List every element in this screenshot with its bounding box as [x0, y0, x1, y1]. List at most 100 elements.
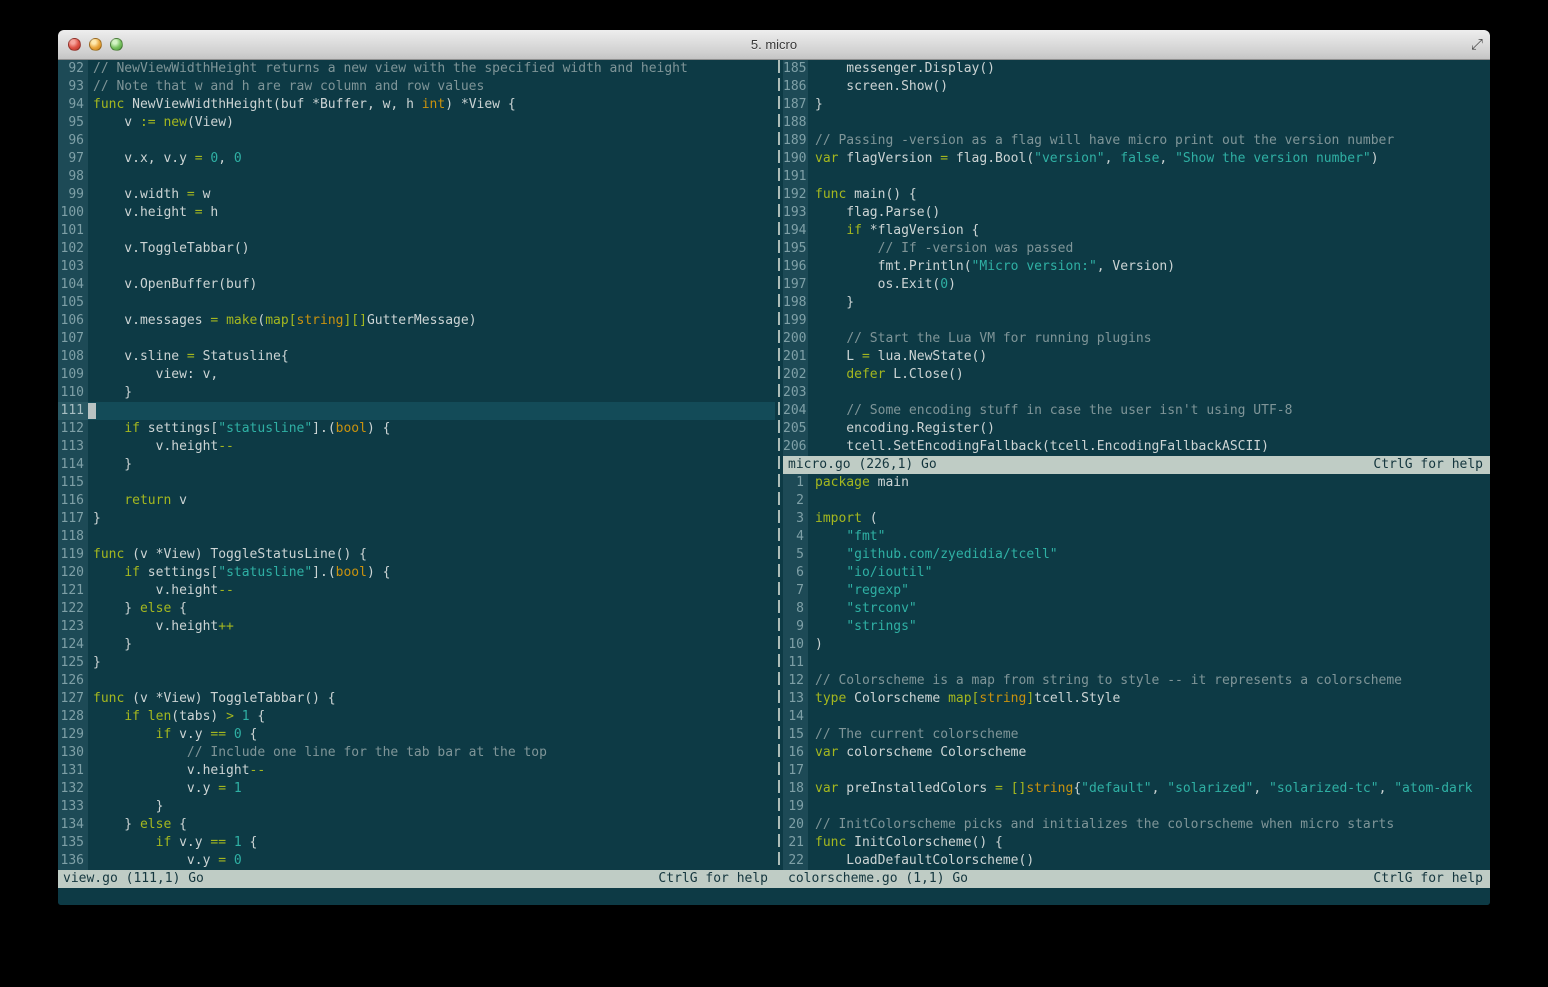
code-line[interactable]: 109 view: v,: [58, 366, 775, 384]
code-line[interactable]: 128 if len(tabs) > 1 {: [58, 708, 775, 726]
code-line[interactable]: 192 func main() {: [783, 186, 1490, 204]
code-line[interactable]: 186 screen.Show(): [783, 78, 1490, 96]
code-line[interactable]: 103: [58, 258, 775, 276]
code-text[interactable]: if *flagVersion {: [808, 222, 1490, 240]
code-text[interactable]: v.y = 0: [88, 852, 775, 870]
code-text[interactable]: func main() {: [808, 186, 1490, 204]
code-line[interactable]: 20// InitColorscheme picks and initializ…: [783, 816, 1490, 834]
code-text[interactable]: [808, 708, 1490, 726]
code-text[interactable]: v.height = h: [88, 204, 775, 222]
code-text[interactable]: } else {: [88, 600, 775, 618]
code-text[interactable]: defer L.Close(): [808, 366, 1490, 384]
code-line[interactable]: 115: [58, 474, 775, 492]
code-text[interactable]: L = lua.NewState(): [808, 348, 1490, 366]
code-text[interactable]: [88, 330, 775, 348]
code-line[interactable]: 206 tcell.SetEncodingFallback(tcell.Enco…: [783, 438, 1490, 456]
code-line[interactable]: 188: [783, 114, 1490, 132]
code-text[interactable]: "strconv": [808, 600, 1490, 618]
code-text[interactable]: return v: [88, 492, 775, 510]
code-line[interactable]: 95 v := new(View): [58, 114, 775, 132]
code-text[interactable]: }: [88, 384, 775, 402]
code-text[interactable]: v.messages = make(map[string][]GutterMes…: [88, 312, 775, 330]
code-text[interactable]: }: [88, 654, 775, 672]
code-line[interactable]: 114 }: [58, 456, 775, 474]
code-line[interactable]: 119 func (v *View) ToggleStatusLine() {: [58, 546, 775, 564]
code-text[interactable]: [88, 168, 775, 186]
code-text[interactable]: messenger.Display(): [808, 60, 1490, 78]
code-line[interactable]: 133 }: [58, 798, 775, 816]
code-line[interactable]: 108 v.sline = Statusline{: [58, 348, 775, 366]
code-text[interactable]: }: [88, 510, 775, 528]
code-text[interactable]: v.width = w: [88, 186, 775, 204]
code-text[interactable]: [88, 474, 775, 492]
code-text[interactable]: var flagVersion = flag.Bool("version", f…: [808, 150, 1490, 168]
code-text[interactable]: encoding.Register(): [808, 420, 1490, 438]
code-line[interactable]: 2: [783, 492, 1490, 510]
code-text[interactable]: // InitColorscheme picks and initializes…: [808, 816, 1490, 834]
code-text[interactable]: tcell.SetEncodingFallback(tcell.Encoding…: [808, 438, 1490, 456]
code-line[interactable]: 107: [58, 330, 775, 348]
code-text[interactable]: var preInstalledColors = []string{"defau…: [808, 780, 1490, 798]
code-line[interactable]: 18 var preInstalledColors = []string{"def…: [783, 780, 1490, 798]
code-text[interactable]: if len(tabs) > 1 {: [88, 708, 775, 726]
code-text[interactable]: // If -version was passed: [808, 240, 1490, 258]
code-line[interactable]: 14: [783, 708, 1490, 726]
code-line[interactable]: 93// Note that w and h are raw column an…: [58, 78, 775, 96]
code-text[interactable]: screen.Show(): [808, 78, 1490, 96]
code-text[interactable]: v.y = 1: [88, 780, 775, 798]
code-text[interactable]: v.height--: [88, 582, 775, 600]
code-text[interactable]: [88, 294, 775, 312]
code-text[interactable]: [808, 114, 1490, 132]
code-text[interactable]: v := new(View): [88, 114, 775, 132]
code-text[interactable]: // Some encoding stuff in case the user …: [808, 402, 1490, 420]
code-line[interactable]: 191: [783, 168, 1490, 186]
code-line[interactable]: 116 return v: [58, 492, 775, 510]
code-line[interactable]: 8 "strconv": [783, 600, 1490, 618]
code-text[interactable]: os.Exit(0): [808, 276, 1490, 294]
code-text[interactable]: [88, 222, 775, 240]
code-text[interactable]: // NewViewWidthHeight returns a new view…: [88, 60, 775, 78]
code-line[interactable]: 104 v.OpenBuffer(buf): [58, 276, 775, 294]
code-line[interactable]: 16 var colorscheme Colorscheme: [783, 744, 1490, 762]
code-line[interactable]: 136 v.y = 0: [58, 852, 775, 870]
code-text[interactable]: v.height++: [88, 618, 775, 636]
code-line[interactable]: 190 var flagVersion = flag.Bool("version"…: [783, 150, 1490, 168]
code-line[interactable]: 203: [783, 384, 1490, 402]
code-line[interactable]: 120 if settings["statusline"].(bool) {: [58, 564, 775, 582]
code-text[interactable]: }: [88, 456, 775, 474]
code-line[interactable]: 196 fmt.Println("Micro version:", Versio…: [783, 258, 1490, 276]
code-text[interactable]: "io/ioutil": [808, 564, 1490, 582]
code-line[interactable]: 131 v.height--: [58, 762, 775, 780]
code-text[interactable]: [88, 402, 775, 420]
code-text[interactable]: [808, 312, 1490, 330]
code-text[interactable]: if v.y == 1 {: [88, 834, 775, 852]
code-line[interactable]: 197 os.Exit(0): [783, 276, 1490, 294]
code-line[interactable]: 187}: [783, 96, 1490, 114]
code-line[interactable]: 121 v.height--: [58, 582, 775, 600]
code-text[interactable]: [808, 654, 1490, 672]
code-text[interactable]: v.x, v.y = 0, 0: [88, 150, 775, 168]
code-text[interactable]: [808, 762, 1490, 780]
code-text[interactable]: v.OpenBuffer(buf): [88, 276, 775, 294]
code-text[interactable]: func (v *View) ToggleTabbar() {: [88, 690, 775, 708]
code-line[interactable]: 123 v.height++: [58, 618, 775, 636]
code-text[interactable]: // Include one line for the tab bar at t…: [88, 744, 775, 762]
code-text[interactable]: func (v *View) ToggleStatusLine() {: [88, 546, 775, 564]
code-line[interactable]: 1 package main: [783, 474, 1490, 492]
code-text[interactable]: "github.com/zyedidia/tcell": [808, 546, 1490, 564]
code-text[interactable]: [88, 132, 775, 150]
code-line[interactable]: 127 func (v *View) ToggleTabbar() {: [58, 690, 775, 708]
code-line[interactable]: 97 v.x, v.y = 0, 0: [58, 150, 775, 168]
code-text[interactable]: }: [88, 636, 775, 654]
code-line[interactable]: 22 LoadDefaultColorscheme(): [783, 852, 1490, 870]
code-line[interactable]: 122 } else {: [58, 600, 775, 618]
code-text[interactable]: // Note that w and h are raw column and …: [88, 78, 775, 96]
code-line[interactable]: 189// Passing -version as a flag will ha…: [783, 132, 1490, 150]
code-text[interactable]: func NewViewWidthHeight(buf *Buffer, w, …: [88, 96, 775, 114]
code-text[interactable]: "regexp": [808, 582, 1490, 600]
code-line[interactable]: 185 messenger.Display(): [783, 60, 1490, 78]
code-line[interactable]: 194 if *flagVersion {: [783, 222, 1490, 240]
code-text[interactable]: v.sline = Statusline{: [88, 348, 775, 366]
code-text[interactable]: LoadDefaultColorscheme(): [808, 852, 1490, 870]
code-line[interactable]: 205 encoding.Register(): [783, 420, 1490, 438]
